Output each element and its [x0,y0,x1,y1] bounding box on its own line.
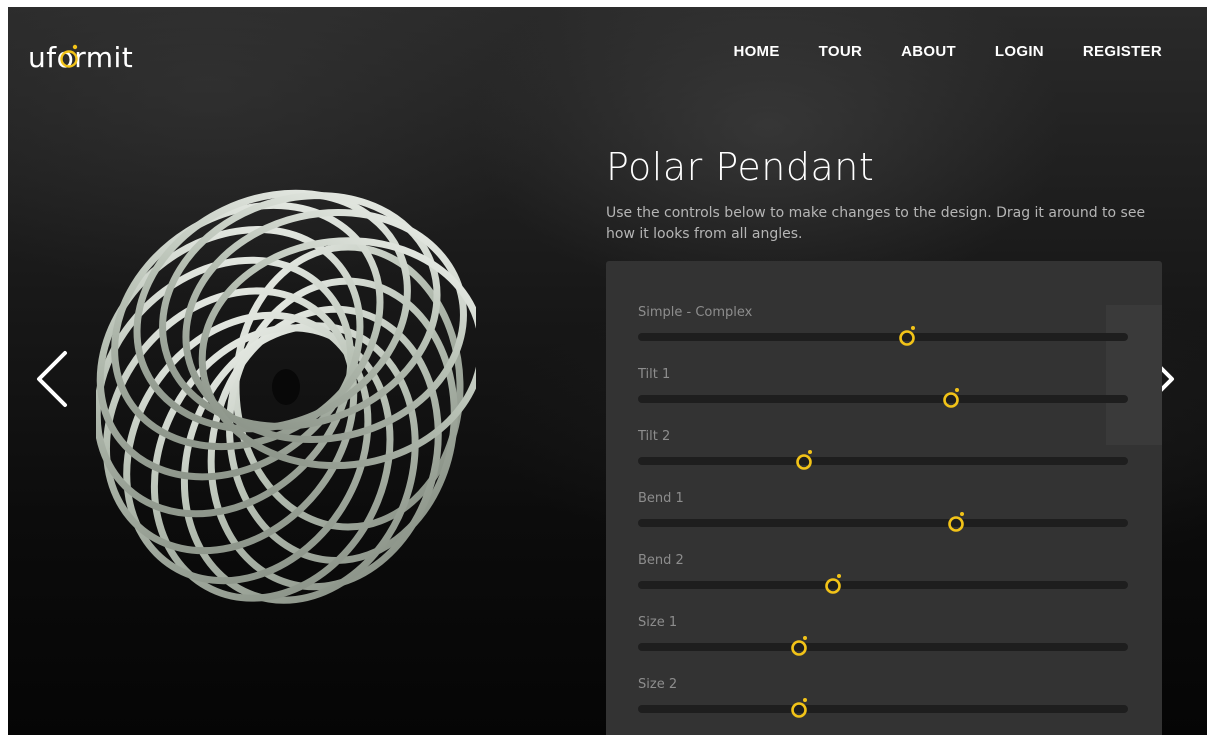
slider-track[interactable] [638,705,1128,713]
ring-slider-thumb-icon[interactable] [790,633,810,657]
slider-label: Bend 2 [638,553,684,568]
slider-track[interactable] [638,519,1128,527]
slider-simple-complex: Simple - Complex [638,305,1128,347]
ring-slider-thumb-icon[interactable] [790,695,810,719]
ring-slider-thumb-icon[interactable] [942,385,962,409]
ring-slider-thumb-icon[interactable] [824,571,844,595]
nav-tour[interactable]: TOUR [819,43,862,60]
slider-track[interactable] [638,333,1128,341]
logo-ring-gem [72,44,78,50]
design-controls-panel: Simple - Complex Tilt 1 Tilt 2 Bend 1 Bend 2… [606,261,1162,735]
pendant-center-hole [272,369,300,405]
slider-bend-1: Bend 1 [638,491,1128,533]
product-description: Use the controls below to make changes t… [606,205,1146,242]
nav-about[interactable]: ABOUT [901,43,956,60]
product-title: Polar Pendant [606,145,875,189]
slider-size-2: Size 2 [638,677,1128,719]
slider-track[interactable] [638,581,1128,589]
logo-text: uformit [28,41,133,74]
slider-label: Size 2 [638,677,678,692]
slider-label: Tilt 2 [638,429,671,444]
slider-label: Tilt 1 [638,367,671,382]
uformit-logo[interactable]: uformit [28,37,168,77]
slider-track[interactable] [638,643,1128,651]
slider-track[interactable] [638,457,1128,465]
slider-label: Size 1 [638,615,678,630]
slider-label: Simple - Complex [638,305,753,320]
chevron-left-icon[interactable] [33,347,73,411]
slider-label: Bend 1 [638,491,684,506]
ring-slider-thumb-icon[interactable] [947,509,967,533]
pendant-3d-preview[interactable] [96,155,476,620]
ring-slider-thumb-icon[interactable] [898,323,918,347]
slider-tilt-1: Tilt 1 [638,367,1128,409]
hero-section: uformit HOME TOUR ABOUT LOGIN REGISTER P… [8,7,1207,735]
slider-size-1: Size 1 [638,615,1128,657]
slider-bend-2: Bend 2 [638,553,1128,595]
nav-login[interactable]: LOGIN [995,43,1044,60]
slider-tilt-2: Tilt 2 [638,429,1128,471]
nav-home[interactable]: HOME [733,43,779,60]
main-nav: HOME TOUR ABOUT LOGIN REGISTER [694,43,1162,60]
nav-register[interactable]: REGISTER [1083,43,1162,60]
ring-slider-thumb-icon[interactable] [795,447,815,471]
slider-track[interactable] [638,395,1128,403]
